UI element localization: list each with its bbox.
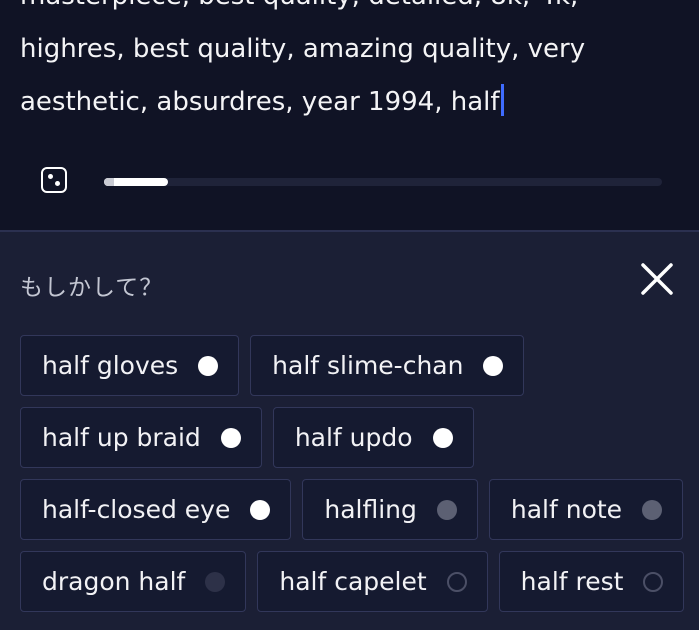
text-caret <box>500 84 504 116</box>
suggestion-chip-label: dragon half <box>42 567 186 596</box>
suggestion-chip-label: half note <box>510 495 623 524</box>
popularity-dot-icon <box>483 355 504 376</box>
popularity-dot-icon <box>198 355 219 376</box>
popularity-dot-icon <box>642 499 663 520</box>
dice-pip <box>48 174 53 179</box>
suggestion-chip-label: half slime-chan <box>272 351 464 380</box>
suggestion-chip[interactable]: half note <box>488 479 684 540</box>
popularity-dot-icon <box>436 499 457 520</box>
dice-pip <box>55 181 60 186</box>
chip-row: half up braid half updo <box>20 407 680 468</box>
suggestion-chip[interactable]: half updo <box>272 407 474 468</box>
popularity-dot-icon <box>205 571 226 592</box>
slider-handle[interactable] <box>104 178 114 186</box>
suggestion-chip-label: half-closed eye <box>42 495 231 524</box>
strength-slider[interactable] <box>104 178 662 186</box>
prompt-textarea[interactable]: masterpiece, best quality, detailed, 8k,… <box>20 0 660 129</box>
suggestion-chip-label: half rest <box>520 567 624 596</box>
suggestion-chip[interactable]: half slime-chan <box>250 335 525 396</box>
close-icon[interactable] <box>638 260 676 298</box>
chip-row: half-closed eye halfling half note <box>20 479 684 540</box>
close-icon-glyph <box>641 263 673 295</box>
prompt-area[interactable]: masterpiece, best quality, detailed, 8k,… <box>0 0 699 230</box>
suggestion-chip[interactable]: halfling <box>302 479 478 540</box>
suggestion-chip-label: half updo <box>294 423 413 452</box>
suggestion-chip[interactable]: half capelet <box>257 551 488 612</box>
suggestion-chips: half gloves half slime-chan half up braid h… <box>20 335 685 623</box>
dice-icon[interactable] <box>41 167 67 193</box>
suggestion-chip-label: half capelet <box>279 567 427 596</box>
popularity-dot-icon <box>250 499 271 520</box>
suggestion-chip[interactable]: half rest <box>498 551 685 612</box>
suggestion-chip[interactable]: dragon half <box>20 551 247 612</box>
popularity-dot-icon <box>446 571 467 592</box>
suggestion-chip[interactable]: half gloves <box>20 335 240 396</box>
suggestion-chip[interactable]: half-closed eye <box>20 479 292 540</box>
prompt-line-top: masterpiece, best quality, detailed, 8k,… <box>20 0 578 11</box>
suggestion-title: もしかして？ <box>20 275 164 301</box>
popularity-dot-icon <box>643 571 664 592</box>
chip-row: half gloves half slime-chan <box>20 335 680 396</box>
popularity-dot-icon <box>220 427 241 448</box>
suggestion-chip-label: halfling <box>324 495 417 524</box>
popularity-dot-icon <box>432 427 453 448</box>
suggestion-chip[interactable]: half up braid <box>20 407 262 468</box>
chip-row: dragon half half capelet half rest <box>20 551 685 612</box>
suggestion-chip-label: half gloves <box>42 351 179 380</box>
prompt-line-bottom: aesthetic, absurdres, year 1994, half <box>20 87 500 117</box>
suggestion-chip-label: half up braid <box>42 423 201 452</box>
prompt-line-middle: highres, best quality, amazing quality, … <box>20 34 586 64</box>
